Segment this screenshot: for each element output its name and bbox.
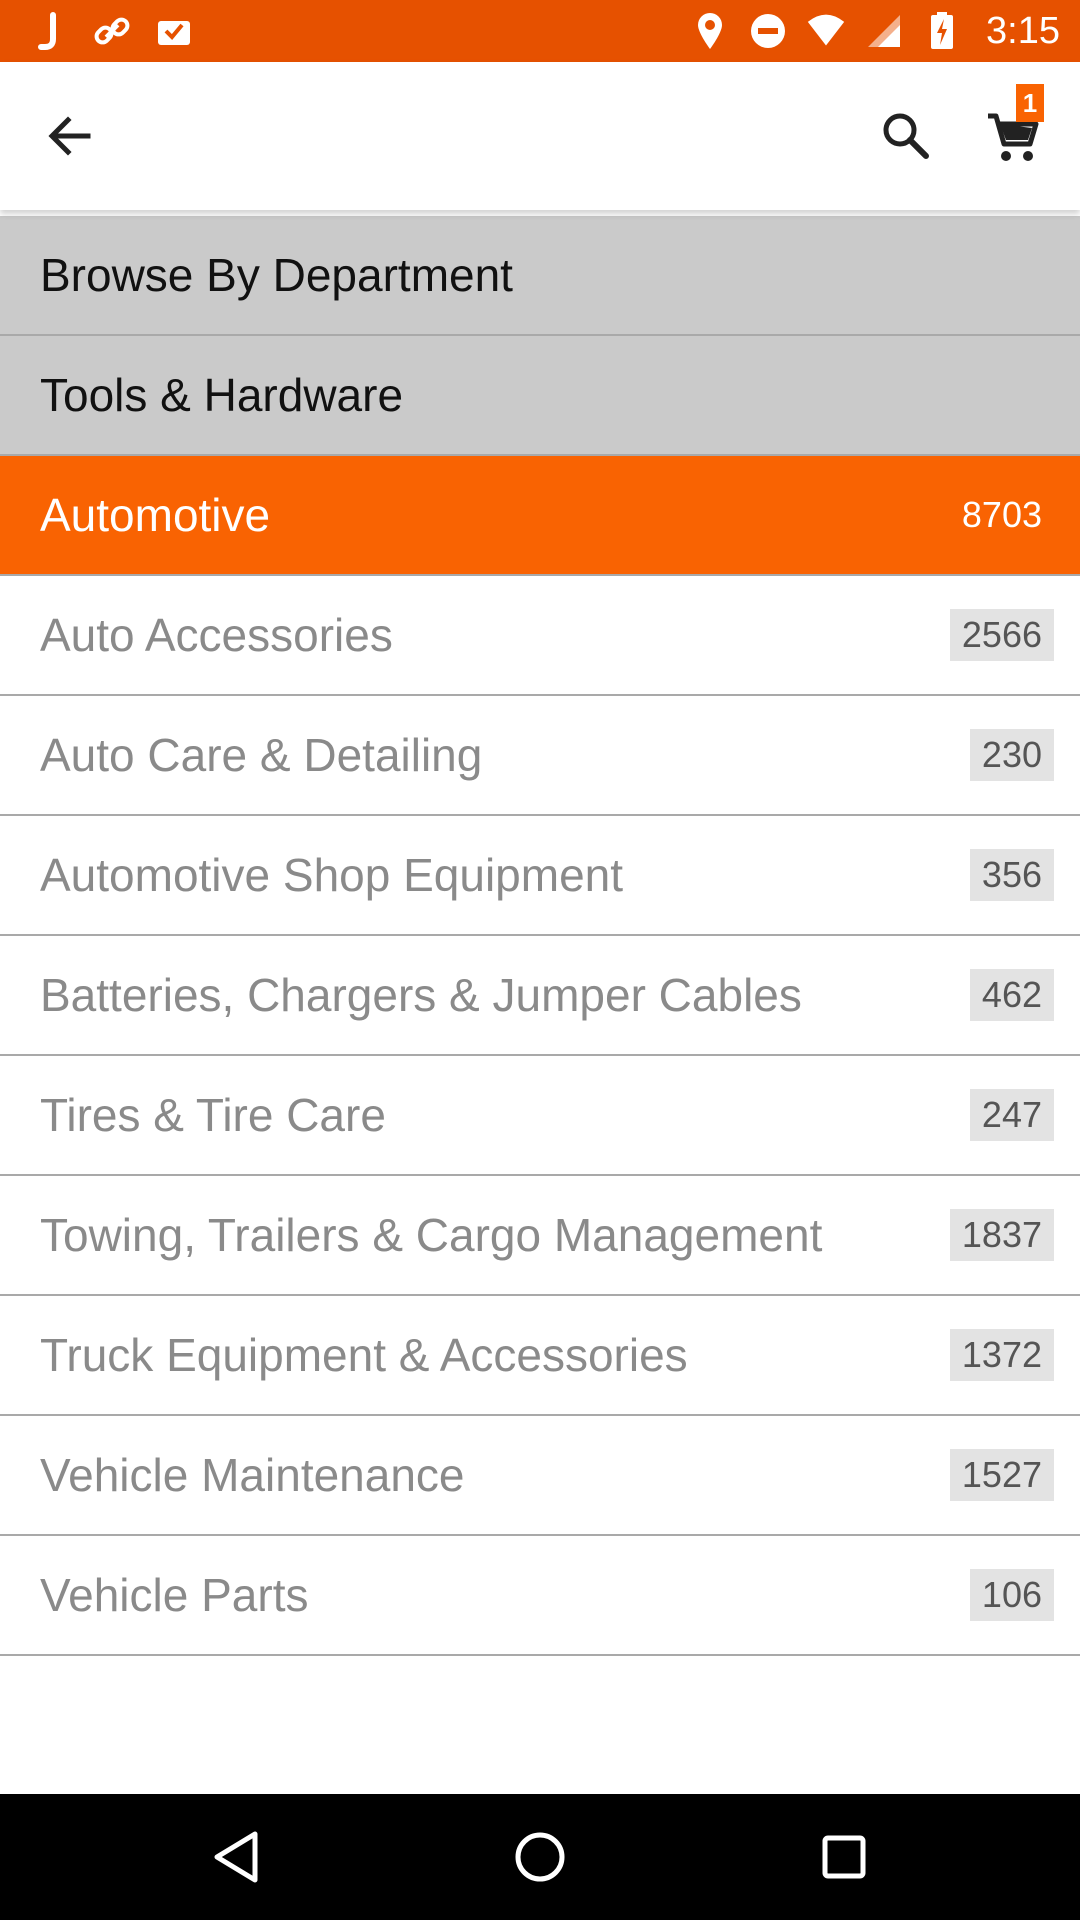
- list-item[interactable]: Automotive Shop Equipment 356: [0, 816, 1080, 936]
- category-count-badge: 1837: [949, 1209, 1054, 1261]
- wifi-icon: [806, 11, 846, 51]
- list-item[interactable]: Truck Equipment & Accessories 1372: [0, 1296, 1080, 1416]
- department-list: Browse By Department Tools & Hardware Au…: [0, 216, 1080, 1656]
- status-bar: 3:15: [0, 0, 1080, 62]
- category-label: Vehicle Maintenance: [40, 1449, 465, 1501]
- category-count-badge: 462: [969, 969, 1054, 1021]
- list-item[interactable]: Vehicle Maintenance 1527: [0, 1416, 1080, 1536]
- breadcrumb-label: Browse By Department: [40, 249, 513, 301]
- category-label: Auto Care & Detailing: [40, 729, 483, 781]
- arrow-back-icon[interactable]: [40, 106, 100, 166]
- search-icon[interactable]: [876, 106, 936, 166]
- list-item[interactable]: Batteries, Chargers & Jumper Cables 462: [0, 936, 1080, 1056]
- recents-square-icon[interactable]: [814, 1827, 874, 1887]
- inbox-check-icon: [154, 11, 194, 51]
- category-count-badge: 1372: [949, 1329, 1054, 1381]
- breadcrumb-label: Tools & Hardware: [40, 369, 404, 421]
- selected-category-label: Automotive: [40, 489, 271, 541]
- do-not-disturb-icon: [748, 11, 788, 51]
- list-item[interactable]: Auto Care & Detailing 230: [0, 696, 1080, 816]
- home-circle-icon[interactable]: [510, 1827, 570, 1887]
- category-count-badge: 106: [969, 1569, 1054, 1621]
- category-count-badge: 2566: [949, 609, 1054, 661]
- category-label: Truck Equipment & Accessories: [40, 1329, 688, 1381]
- category-label: Tires & Tire Care: [40, 1089, 386, 1141]
- list-item[interactable]: Tires & Tire Care 247: [0, 1056, 1080, 1176]
- category-label: Batteries, Chargers & Jumper Cables: [40, 969, 802, 1021]
- list-item[interactable]: Vehicle Parts 106: [0, 1536, 1080, 1656]
- breadcrumb-browse-by-department[interactable]: Browse By Department: [0, 216, 1080, 336]
- category-label: Automotive Shop Equipment: [40, 849, 624, 901]
- category-count-badge: 230: [969, 729, 1054, 781]
- location-icon: [690, 11, 730, 51]
- category-count-badge: 356: [969, 849, 1054, 901]
- status-time: 3:15: [986, 9, 1060, 52]
- back-triangle-icon[interactable]: [206, 1827, 266, 1887]
- app-bar: [0, 62, 1080, 210]
- category-count-badge: 247: [969, 1089, 1054, 1141]
- category-label: Towing, Trailers & Cargo Management: [40, 1209, 823, 1261]
- system-nav-bar: [0, 1794, 1080, 1920]
- category-label: Auto Accessories: [40, 609, 393, 661]
- cart-count-badge: 1: [1016, 84, 1044, 122]
- list-item[interactable]: Auto Accessories 2566: [0, 576, 1080, 696]
- status-right-icons: 3:15: [690, 10, 1060, 53]
- status-left-icons: [30, 11, 194, 51]
- list-item[interactable]: Towing, Trailers & Cargo Management 1837: [0, 1176, 1080, 1296]
- link-icon: [92, 11, 132, 51]
- battery-charging-icon: [922, 11, 962, 51]
- selected-category-count: 8703: [961, 494, 1042, 535]
- selected-category-automotive[interactable]: Automotive 8703: [0, 456, 1080, 576]
- signal-icon: [864, 11, 904, 51]
- breadcrumb-tools-hardware[interactable]: Tools & Hardware: [0, 336, 1080, 456]
- category-label: Vehicle Parts: [40, 1569, 309, 1621]
- category-count-badge: 1527: [949, 1449, 1054, 1501]
- j-app-icon: [30, 11, 70, 51]
